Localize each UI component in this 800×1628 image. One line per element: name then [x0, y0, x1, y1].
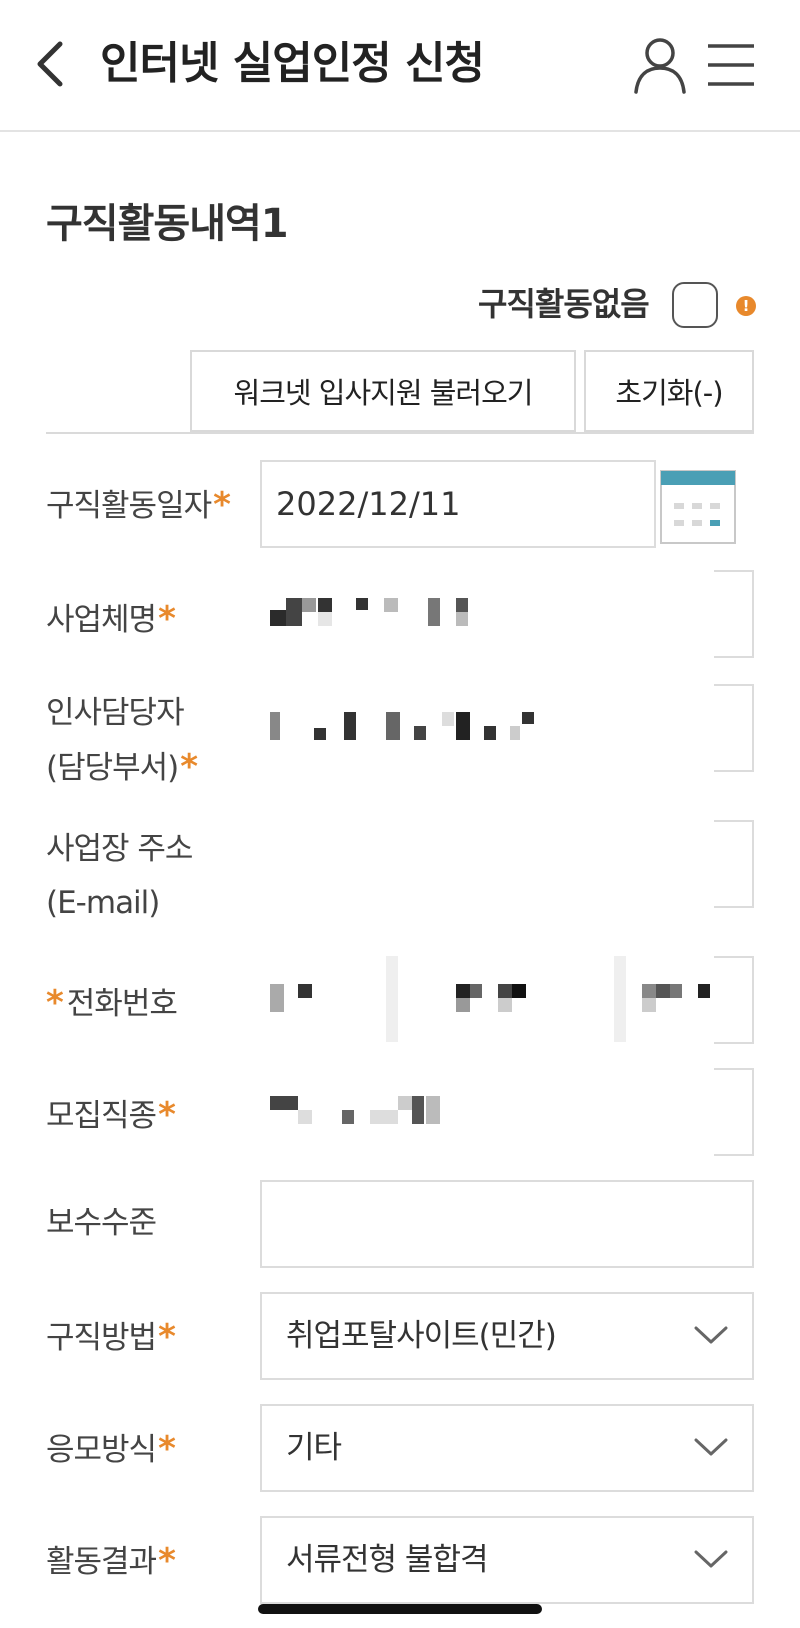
user-button[interactable]	[632, 36, 688, 94]
hamburger-menu-icon	[708, 44, 754, 86]
apply-type-selected-value: 기타	[286, 1430, 342, 1466]
hr-contact-label-line2-wrap: (담당부서)*	[46, 740, 198, 795]
apply-type-label-text: 응모방식	[46, 1432, 157, 1468]
company-name-field[interactable]	[714, 570, 754, 658]
job-type-label: 모집직종*	[46, 1088, 176, 1143]
calendar-button[interactable]	[660, 470, 736, 544]
app-header: 인터넷 실업인정 신청	[0, 0, 800, 132]
salary-label-text: 보수수준	[46, 1205, 157, 1241]
address-label-line1: 사업장 주소	[46, 831, 193, 867]
menu-button[interactable]	[706, 40, 756, 90]
required-star: *	[46, 983, 64, 1023]
method-select[interactable]: 취업포탈사이트(민간)	[260, 1292, 754, 1380]
divider	[46, 432, 754, 434]
method-selected-value: 취업포탈사이트(민간)	[286, 1318, 557, 1354]
chevron-down-icon	[694, 1550, 728, 1568]
chevron-down-icon	[694, 1438, 728, 1456]
salary-label: 보수수준	[46, 1196, 157, 1250]
result-label-text: 활동결과	[46, 1544, 157, 1580]
salary-input[interactable]	[260, 1180, 754, 1268]
job-type-redacted	[270, 1096, 460, 1124]
method-label-text: 구직방법	[46, 1320, 157, 1356]
phone-separator	[614, 956, 626, 1042]
address-field[interactable]	[714, 820, 754, 908]
section-title: 구직활동내역1	[46, 201, 289, 247]
job-type-label-text: 모집직종	[46, 1098, 157, 1134]
phone-part2-redacted	[456, 984, 536, 1012]
required-star: *	[180, 747, 198, 787]
address-label: 사업장 주소 (E-mail)	[46, 822, 193, 930]
phone-field[interactable]	[714, 956, 754, 1044]
activity-date-label-text: 구직활동일자	[46, 488, 212, 524]
required-star: *	[158, 1429, 176, 1469]
activity-date-field[interactable]: 2022/12/11	[260, 460, 656, 548]
hr-contact-label-line2: (담당부서)	[46, 750, 179, 786]
apply-type-label: 응모방식*	[46, 1422, 176, 1477]
reset-button[interactable]: 초기화(-)	[584, 350, 754, 432]
required-star: *	[158, 599, 176, 639]
company-name-label-text: 사업체명	[46, 602, 157, 638]
result-select[interactable]: 서류전형 불합격	[260, 1516, 754, 1604]
user-icon	[634, 38, 686, 94]
method-label: 구직방법*	[46, 1310, 176, 1365]
phone-separator	[386, 956, 398, 1042]
hr-contact-label-line1: 인사담당자	[46, 695, 185, 731]
no-activity-label: 구직활동없음	[478, 285, 650, 323]
activity-date-label: 구직활동일자*	[46, 478, 231, 533]
hr-contact-redacted	[270, 712, 550, 742]
no-activity-checkbox[interactable]	[672, 282, 718, 328]
required-star: *	[158, 1095, 176, 1135]
info-icon[interactable]: !	[736, 296, 756, 316]
phone-part3-redacted	[642, 984, 712, 1012]
chevron-left-icon	[37, 41, 63, 87]
result-label: 활동결과*	[46, 1534, 176, 1589]
required-star: *	[158, 1541, 176, 1581]
phone-label-text: 전화번호	[66, 986, 178, 1022]
company-name-redacted	[270, 596, 470, 630]
chevron-down-icon	[694, 1326, 728, 1344]
job-type-field[interactable]	[714, 1068, 754, 1156]
load-worknet-button[interactable]: 워크넷 입사지원 불러오기	[190, 350, 576, 432]
company-name-label: 사업체명*	[46, 592, 176, 647]
apply-type-select[interactable]: 기타	[260, 1404, 754, 1492]
hr-contact-label: 인사담당자 (담당부서)*	[46, 686, 198, 795]
activity-date-value: 2022/12/11	[276, 485, 461, 523]
hr-contact-field[interactable]	[714, 684, 754, 772]
back-button[interactable]	[30, 38, 74, 90]
required-star: *	[158, 1317, 176, 1357]
phone-part1-redacted	[270, 984, 320, 1012]
address-label-line2: (E-mail)	[46, 885, 160, 921]
phone-label: * 전화번호	[46, 976, 178, 1031]
result-selected-value: 서류전형 불합격	[286, 1542, 488, 1578]
home-indicator[interactable]	[258, 1604, 542, 1614]
required-star: *	[213, 485, 231, 525]
page-title: 인터넷 실업인정 신청	[100, 38, 485, 89]
calendar-icon	[660, 470, 736, 544]
